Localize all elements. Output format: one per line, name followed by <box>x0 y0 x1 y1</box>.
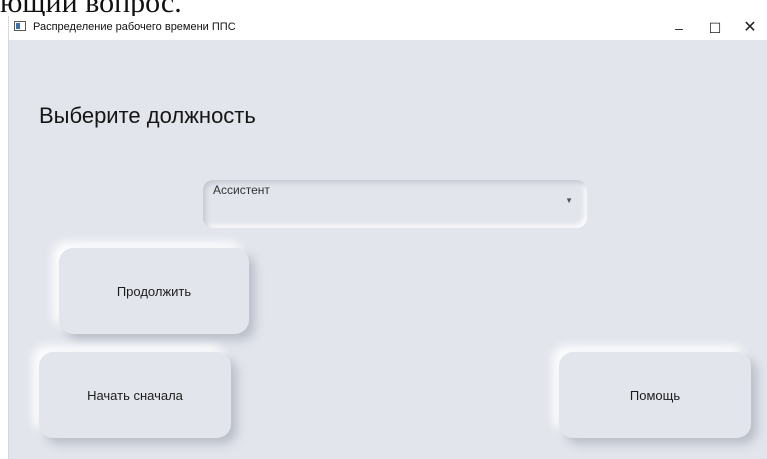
main-content: Выберите должность Ассистент ▼ Продолжит… <box>9 40 767 459</box>
position-select-value: Ассистент <box>213 183 270 197</box>
close-button[interactable]: ✕ <box>732 16 767 40</box>
position-select[interactable]: Ассистент ▼ <box>203 180 587 228</box>
continue-button[interactable]: Продолжить <box>59 248 249 334</box>
minimize-button[interactable]: – <box>661 16 697 40</box>
help-button[interactable]: Помощь <box>559 352 751 438</box>
window-title: Распределение рабочего времени ППС <box>33 21 236 33</box>
title-bar: Распределение рабочего времени ППС – ☐ ✕ <box>9 16 767 40</box>
chevron-down-icon[interactable]: ▼ <box>565 196 573 205</box>
app-window-icon <box>14 21 26 31</box>
page-heading: Выберите должность <box>39 103 256 128</box>
restart-button[interactable]: Начать сначала <box>39 352 231 438</box>
maximize-button[interactable]: ☐ <box>697 16 733 40</box>
app-window: Распределение рабочего времени ППС – ☐ ✕… <box>8 16 767 459</box>
